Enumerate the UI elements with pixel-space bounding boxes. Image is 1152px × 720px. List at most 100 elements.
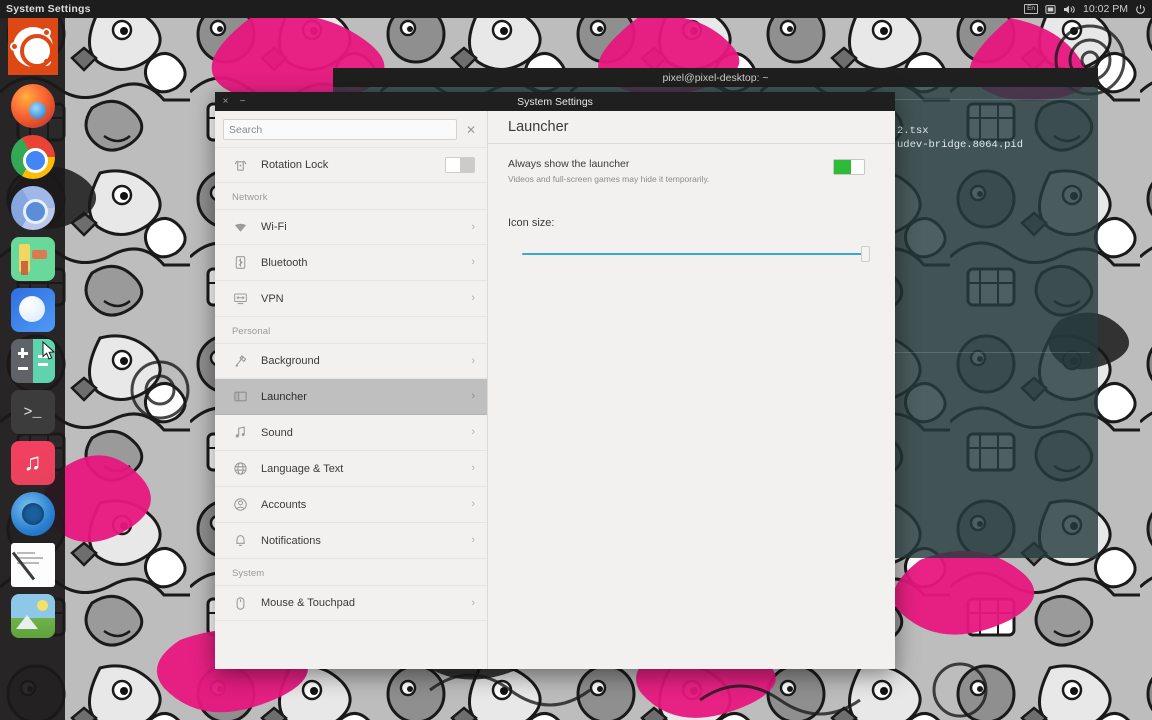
ubuntu-logo xyxy=(9,26,54,68)
ubuntu-dash-icon xyxy=(7,18,58,75)
notifications-icon xyxy=(232,533,248,549)
dock-item-game[interactable] xyxy=(8,234,58,284)
sidebar-item-sound[interactable]: Sound › xyxy=(215,415,487,451)
mouse-icon xyxy=(232,595,248,611)
accounts-icon xyxy=(232,497,248,513)
launcher-dock: >_ ♫ xyxy=(0,18,65,720)
sidebar-item-mouse-touchpad[interactable]: Mouse & Touchpad › xyxy=(215,585,487,621)
power-icon[interactable] xyxy=(1135,4,1146,15)
always-show-launcher-row: Always show the launcher Videos and full… xyxy=(498,158,873,184)
ubuntu-dot xyxy=(41,56,51,66)
launcher-icon xyxy=(232,389,248,405)
sidebar-item-label: Wi-Fi xyxy=(261,221,287,233)
dock-item-chromium[interactable] xyxy=(8,183,58,233)
sidebar-item-label: Bluetooth xyxy=(261,256,308,269)
ubuntu-dot xyxy=(9,41,19,51)
sidebar-item-notifications[interactable]: Notifications › xyxy=(215,523,487,559)
sidebar-item-wifi[interactable]: Wi-Fi › xyxy=(215,209,487,245)
chevron-right-icon: › xyxy=(471,498,475,510)
dock-item-chrome[interactable] xyxy=(8,132,58,182)
settings-body: ✕ Rotation Lock xyxy=(215,111,895,669)
toggle-fill xyxy=(460,158,474,172)
language-icon xyxy=(232,461,248,477)
slider-thumb[interactable] xyxy=(861,246,870,263)
clock[interactable]: 10:02 PM xyxy=(1083,3,1128,15)
bluetooth-icon xyxy=(232,255,248,271)
main-header: Launcher xyxy=(488,111,895,144)
sidebar-item-language-text[interactable]: Language & Text › xyxy=(215,451,487,487)
dock-item-ubuntu-dash[interactable] xyxy=(7,18,58,75)
sidebar-item-label: Sound xyxy=(261,426,293,439)
game-icon xyxy=(10,237,55,281)
sidebar-item-rotation-lock[interactable]: Rotation Lock xyxy=(215,147,487,183)
sidebar-item-accounts[interactable]: Accounts › xyxy=(215,487,487,523)
sidebar-item-label: Mouse & Touchpad xyxy=(261,597,355,609)
toggle-fill-on xyxy=(834,160,851,174)
settings-titlebar[interactable]: × − System Settings xyxy=(215,92,895,111)
chevron-right-icon: › xyxy=(471,426,475,438)
slider-track xyxy=(522,253,863,256)
system-tray: En 10:02 PM xyxy=(1024,3,1152,15)
minimize-button[interactable]: − xyxy=(236,95,249,108)
chevron-right-icon: › xyxy=(471,390,475,402)
volume-icon[interactable] xyxy=(1063,4,1076,15)
sidebar-item-label: Notifications xyxy=(261,534,321,547)
dock-item-music[interactable]: ♫ xyxy=(8,438,58,488)
chevron-right-icon: › xyxy=(471,256,475,268)
dock-item-blue-app[interactable] xyxy=(8,489,58,539)
sound-icon xyxy=(232,425,248,441)
sidebar-item-bluetooth[interactable]: Bluetooth › xyxy=(215,245,487,281)
chevron-right-icon: › xyxy=(471,596,475,609)
chevron-right-icon: › xyxy=(471,292,475,304)
dock-item-files[interactable] xyxy=(8,285,58,335)
clear-search-icon[interactable]: ✕ xyxy=(463,122,479,138)
always-show-launcher-description: Videos and full-screen games may hide it… xyxy=(508,174,710,185)
sidebar-item-launcher[interactable]: Launcher › xyxy=(215,379,487,415)
rotation-lock-icon xyxy=(232,157,248,173)
terminal-titlebar[interactable]: pixel@pixel-desktop: ~ xyxy=(333,68,1098,87)
top-panel: System Settings En 10:02 PM xyxy=(0,0,1152,18)
chevron-right-icon: › xyxy=(471,220,475,233)
dock-item-image-viewer[interactable] xyxy=(8,591,58,641)
wifi-icon xyxy=(232,219,248,235)
vpn-icon xyxy=(232,291,248,307)
terminal-line: udev-bridge.8064.pid xyxy=(897,139,1024,152)
firefox-icon xyxy=(10,84,55,128)
system-settings-window[interactable]: × − System Settings ✕ xyxy=(215,92,895,669)
music-icon: ♫ xyxy=(10,441,55,485)
sidebar-item-label: VPN xyxy=(261,292,284,305)
rotation-lock-toggle[interactable] xyxy=(445,157,475,173)
dock-item-calculator[interactable] xyxy=(8,336,58,386)
terminal-icon: >_ xyxy=(10,390,55,434)
chevron-right-icon: › xyxy=(471,354,475,367)
background-icon xyxy=(232,353,248,369)
text-editor-icon xyxy=(10,543,55,587)
sidebar-item-vpn[interactable]: VPN › xyxy=(215,281,487,317)
sidebar-section-network: Network xyxy=(232,192,268,203)
terminal-title: pixel@pixel-desktop: ~ xyxy=(662,71,769,84)
display-icon[interactable] xyxy=(1045,4,1056,15)
dock-item-terminal[interactable]: >_ xyxy=(8,387,58,437)
sidebar-section-system: System xyxy=(232,568,265,579)
settings-sidebar: ✕ Rotation Lock xyxy=(215,111,488,669)
close-button[interactable]: × xyxy=(219,95,232,108)
icon-size-slider[interactable] xyxy=(508,246,873,263)
keyboard-layout-icon[interactable]: En xyxy=(1024,4,1039,14)
sidebar-item-label: Accounts xyxy=(261,498,307,511)
dock-item-text-editor[interactable] xyxy=(8,540,58,590)
active-window-title: System Settings xyxy=(6,3,91,15)
always-show-launcher-label: Always show the launcher xyxy=(508,158,630,170)
chevron-right-icon: › xyxy=(471,462,475,474)
dock-item-firefox[interactable] xyxy=(8,81,58,131)
chrome-icon xyxy=(10,135,55,179)
always-show-launcher-toggle[interactable] xyxy=(833,159,865,175)
ubuntu-dot xyxy=(41,27,51,37)
sidebar-section-personal: Personal xyxy=(232,326,271,337)
sidebar-item-label: Background xyxy=(261,355,320,367)
sidebar-item-background[interactable]: Background › xyxy=(215,343,487,379)
blue-app-icon xyxy=(10,492,55,536)
window-title: System Settings xyxy=(517,95,593,108)
chromium-icon xyxy=(10,186,55,230)
search-input[interactable] xyxy=(223,119,457,140)
terminal-line: 2.tsx xyxy=(897,125,929,137)
